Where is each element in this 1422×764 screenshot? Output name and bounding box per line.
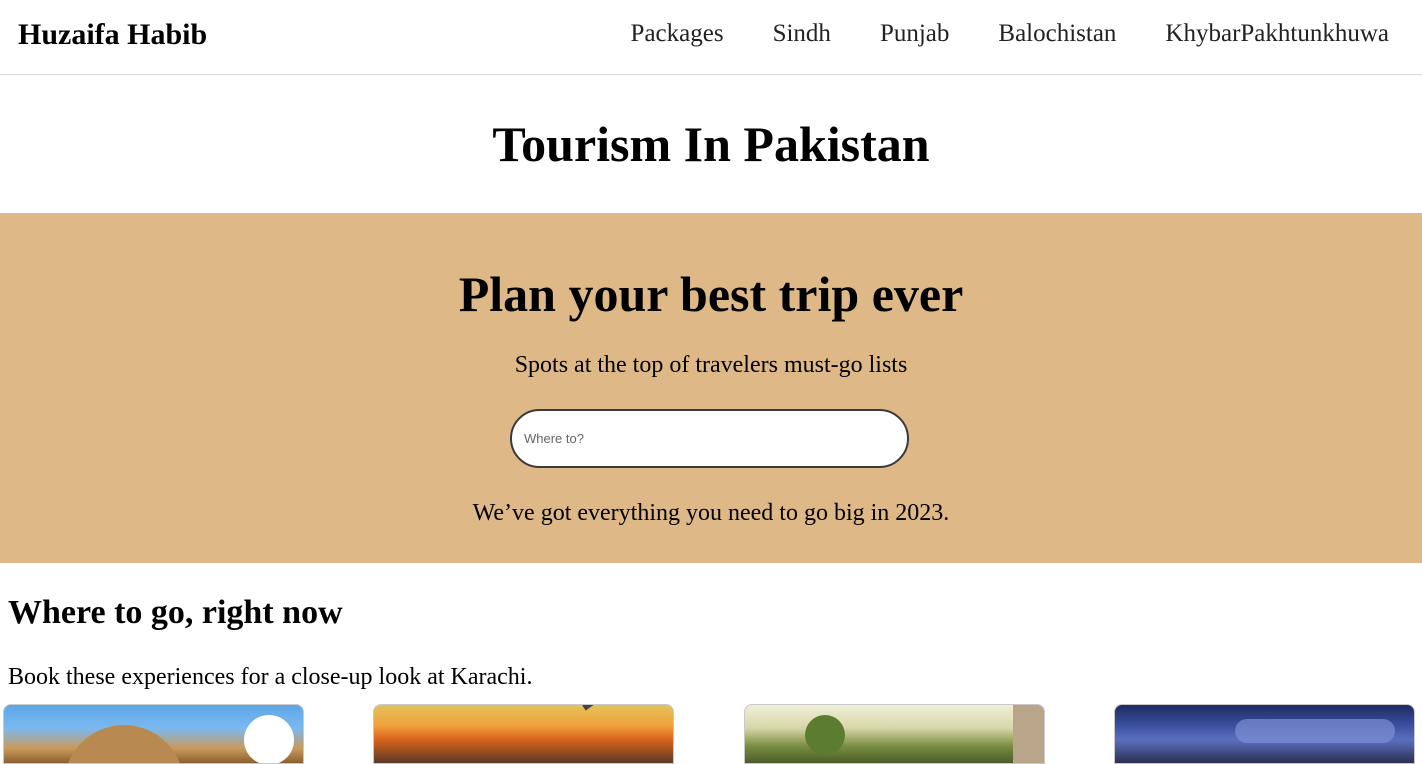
nav-link-packages[interactable]: Packages bbox=[631, 18, 724, 50]
experience-card-4[interactable] bbox=[1114, 704, 1415, 764]
section-subtitle: Book these experiences for a close-up lo… bbox=[8, 664, 533, 690]
brand-logo[interactable]: Huzaifa Habib bbox=[18, 17, 207, 53]
experience-card-1[interactable] bbox=[3, 704, 304, 764]
nav-link-khybarpakhtunkhuwa[interactable]: KhybarPakhtunkhuwa bbox=[1165, 18, 1389, 50]
experience-card-3[interactable] bbox=[744, 704, 1045, 764]
hero-subtitle: Spots at the top of travelers must-go li… bbox=[514, 352, 908, 378]
nav-links: Packages Sindh Punjab Balochistan Khybar… bbox=[631, 18, 1389, 50]
favorite-button[interactable] bbox=[244, 715, 294, 763]
experience-card-2[interactable] bbox=[373, 704, 674, 764]
hero-heading: Plan your best trip ever bbox=[458, 266, 964, 322]
night-sky-photo bbox=[1235, 719, 1395, 743]
hero-tagline: We’ve got everything you need to go big … bbox=[472, 500, 950, 526]
nav-link-punjab[interactable]: Punjab bbox=[880, 18, 949, 50]
destination-search-input[interactable] bbox=[510, 409, 909, 468]
top-navbar: Huzaifa Habib Packages Sindh Punjab Balo… bbox=[0, 0, 1422, 75]
palm-tree-street-photo bbox=[805, 715, 845, 755]
section-heading: Where to go, right now bbox=[8, 594, 343, 631]
page-title: Tourism In Pakistan bbox=[492, 116, 930, 172]
nav-link-sindh[interactable]: Sindh bbox=[773, 18, 831, 50]
domed-building-photo bbox=[64, 725, 184, 763]
building-photo-detail bbox=[1013, 705, 1044, 763]
grilling-flames-photo bbox=[582, 705, 660, 711]
nav-link-balochistan[interactable]: Balochistan bbox=[998, 18, 1116, 50]
